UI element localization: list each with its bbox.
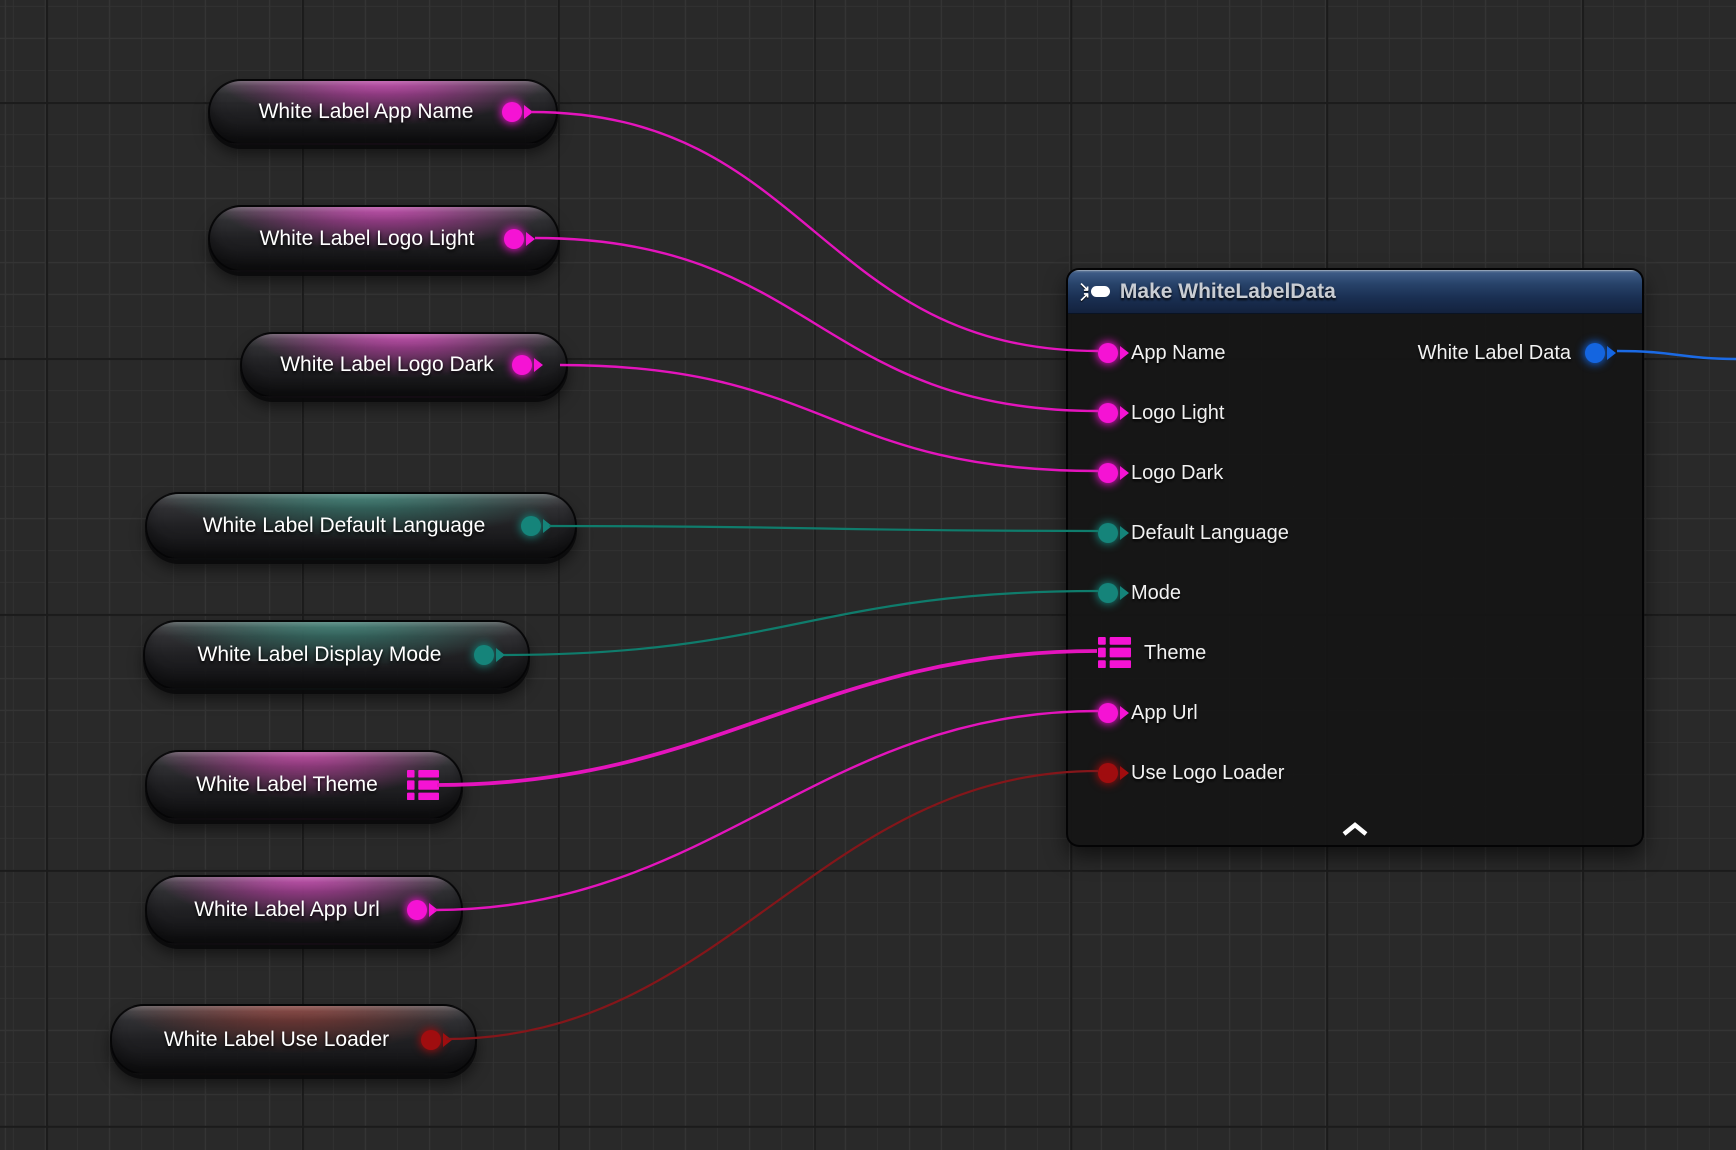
input-pin-label: Logo Dark xyxy=(1131,462,1223,485)
input-pin-logo-light[interactable] xyxy=(1098,403,1118,423)
pin-slot xyxy=(512,355,566,375)
output-pin-label: White Label Data xyxy=(1418,342,1571,365)
output-pin-white-label-data[interactable] xyxy=(1585,343,1605,363)
input-pin-label: App Url xyxy=(1131,702,1198,725)
output-pin-white-label-display-mode[interactable] xyxy=(474,645,494,665)
input-pin-label: Logo Light xyxy=(1131,402,1224,425)
input-pin-label: Use Logo Loader xyxy=(1131,762,1284,785)
input-pin-row-use-logo-loader: Use Logo Loader xyxy=(1098,761,1284,785)
input-pin-row-app-name: App Name xyxy=(1098,341,1226,365)
output-pin-white-label-logo-light[interactable] xyxy=(504,229,524,249)
getter-node-white-label-use-loader[interactable]: White Label Use Loader xyxy=(110,1004,477,1075)
getter-node-white-label-app-url[interactable]: White Label App Url xyxy=(145,875,463,945)
input-pin-row-logo-dark: Logo Dark xyxy=(1098,461,1223,485)
make-struct-icon: ↘↗ xyxy=(1079,282,1110,302)
make-node-title: Make WhiteLabelData xyxy=(1120,280,1336,304)
input-pin-row-mode: Mode xyxy=(1098,581,1181,605)
getter-node-white-label-default-language[interactable]: White Label Default Language xyxy=(145,492,577,560)
output-pin-white-label-theme[interactable] xyxy=(407,770,439,800)
getter-node-label: White Label Display Mode xyxy=(145,643,474,667)
getter-node-white-label-logo-dark[interactable]: White Label Logo Dark xyxy=(240,332,568,398)
getter-node-label: White Label Default Language xyxy=(147,514,521,538)
input-pin-app-name[interactable] xyxy=(1098,343,1118,363)
input-pin-row-logo-light: Logo Light xyxy=(1098,401,1224,425)
output-pin-white-label-logo-dark[interactable] xyxy=(512,355,532,375)
getter-node-label: White Label Logo Dark xyxy=(242,353,512,377)
input-pin-row-theme: Theme xyxy=(1098,641,1206,665)
input-pin-label: Default Language xyxy=(1131,522,1289,545)
chevron-up-icon xyxy=(1340,821,1370,837)
input-pin-label: Theme xyxy=(1144,642,1206,665)
getter-node-label: White Label App Url xyxy=(147,898,407,922)
output-pin-white-label-default-language[interactable] xyxy=(521,516,541,536)
graph-canvas[interactable]: White Label App Name White Label Logo Lig… xyxy=(0,0,1736,1150)
make-node-header: ↘↗ Make WhiteLabelData xyxy=(1068,270,1642,314)
input-pin-label: App Name xyxy=(1131,342,1226,365)
input-pin-mode[interactable] xyxy=(1098,583,1118,603)
input-pin-logo-dark[interactable] xyxy=(1098,463,1118,483)
getter-node-label: White Label App Name xyxy=(210,100,502,124)
getter-node-white-label-theme[interactable]: White Label Theme xyxy=(145,750,463,820)
input-pin-app-url[interactable] xyxy=(1098,703,1118,723)
output-pin-white-label-use-loader[interactable] xyxy=(421,1030,441,1050)
getter-node-white-label-app-name[interactable]: White Label App Name xyxy=(208,79,558,145)
make-struct-node[interactable]: ↘↗ Make WhiteLabelData White Label Data … xyxy=(1066,268,1644,847)
output-pin-row-white-label-data: White Label Data xyxy=(1418,341,1616,365)
getter-node-label: White Label Use Loader xyxy=(112,1028,421,1052)
output-pin-white-label-app-url[interactable] xyxy=(407,900,427,920)
collapse-advanced-pins-button[interactable] xyxy=(1340,821,1370,837)
getter-node-white-label-logo-light[interactable]: White Label Logo Light xyxy=(208,205,560,272)
input-pin-row-app-url: App Url xyxy=(1098,701,1198,725)
getter-node-label: White Label Theme xyxy=(147,773,407,797)
output-pin-white-label-app-name[interactable] xyxy=(502,102,522,122)
getter-node-white-label-display-mode[interactable]: White Label Display Mode xyxy=(143,620,530,690)
input-pin-use-logo-loader[interactable] xyxy=(1098,763,1118,783)
input-pin-row-default-language: Default Language xyxy=(1098,521,1289,545)
input-pin-label: Mode xyxy=(1131,582,1181,605)
input-pin-default-language[interactable] xyxy=(1098,523,1118,543)
input-pin-theme[interactable] xyxy=(1098,637,1131,668)
getter-node-label: White Label Logo Light xyxy=(210,227,504,251)
